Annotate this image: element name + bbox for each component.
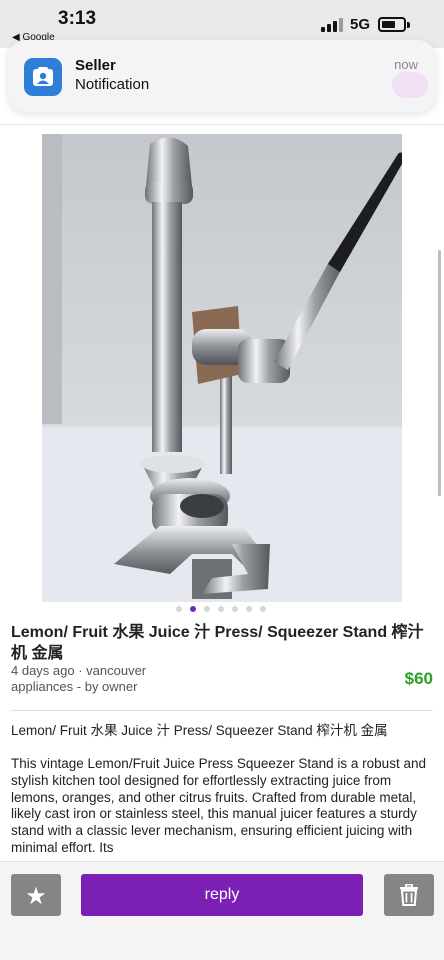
decorative-blob	[392, 72, 428, 98]
battery-cap	[407, 22, 410, 28]
pager-dot[interactable]	[218, 606, 224, 612]
juicer-image	[42, 134, 402, 602]
notification-body: Notification	[75, 76, 150, 93]
posted-time-location: 4 days ago · vancouver	[11, 663, 147, 678]
listing-photo[interactable]	[42, 134, 402, 602]
section-divider	[11, 710, 433, 711]
description-body: This vintage Lemon/Fruit Juice Press Squ…	[11, 756, 426, 855]
pager-dot[interactable]	[190, 606, 196, 612]
pager-dot[interactable]	[204, 606, 210, 612]
pager-dot[interactable]	[176, 606, 182, 612]
scrollbar[interactable]	[438, 250, 441, 496]
header-divider	[0, 124, 444, 125]
cellular-signal-icon	[321, 18, 345, 32]
star-icon: ★	[25, 883, 47, 910]
listing-category: appliances - by owner	[11, 679, 138, 694]
clock: 3:13	[58, 8, 97, 29]
notification-title: Seller	[75, 57, 116, 74]
notification-banner[interactable]: Seller Notification now	[8, 40, 436, 112]
battery-icon	[378, 17, 406, 32]
listing-price: $60	[404, 669, 433, 688]
trash-icon	[400, 884, 418, 906]
app-icon	[24, 58, 62, 96]
pager-dot[interactable]	[260, 606, 266, 612]
reply-button[interactable]: reply	[81, 874, 363, 916]
listing-meta: 4 days ago · vancouver appliances - by o…	[11, 663, 146, 695]
bottom-toolbar: ★ reply	[0, 861, 444, 960]
listing-title: Lemon/ Fruit 水果 Juice 汁 Press/ Squeezer …	[11, 624, 424, 662]
favorite-button[interactable]: ★	[11, 874, 61, 916]
delete-button[interactable]	[384, 874, 434, 916]
network-type: 5G	[350, 16, 371, 33]
pager-dot[interactable]	[232, 606, 238, 612]
notification-time: now	[394, 57, 418, 72]
description-title: Lemon/ Fruit 水果 Juice 汁 Press/ Squeezer …	[11, 723, 388, 738]
pager-dot[interactable]	[246, 606, 252, 612]
